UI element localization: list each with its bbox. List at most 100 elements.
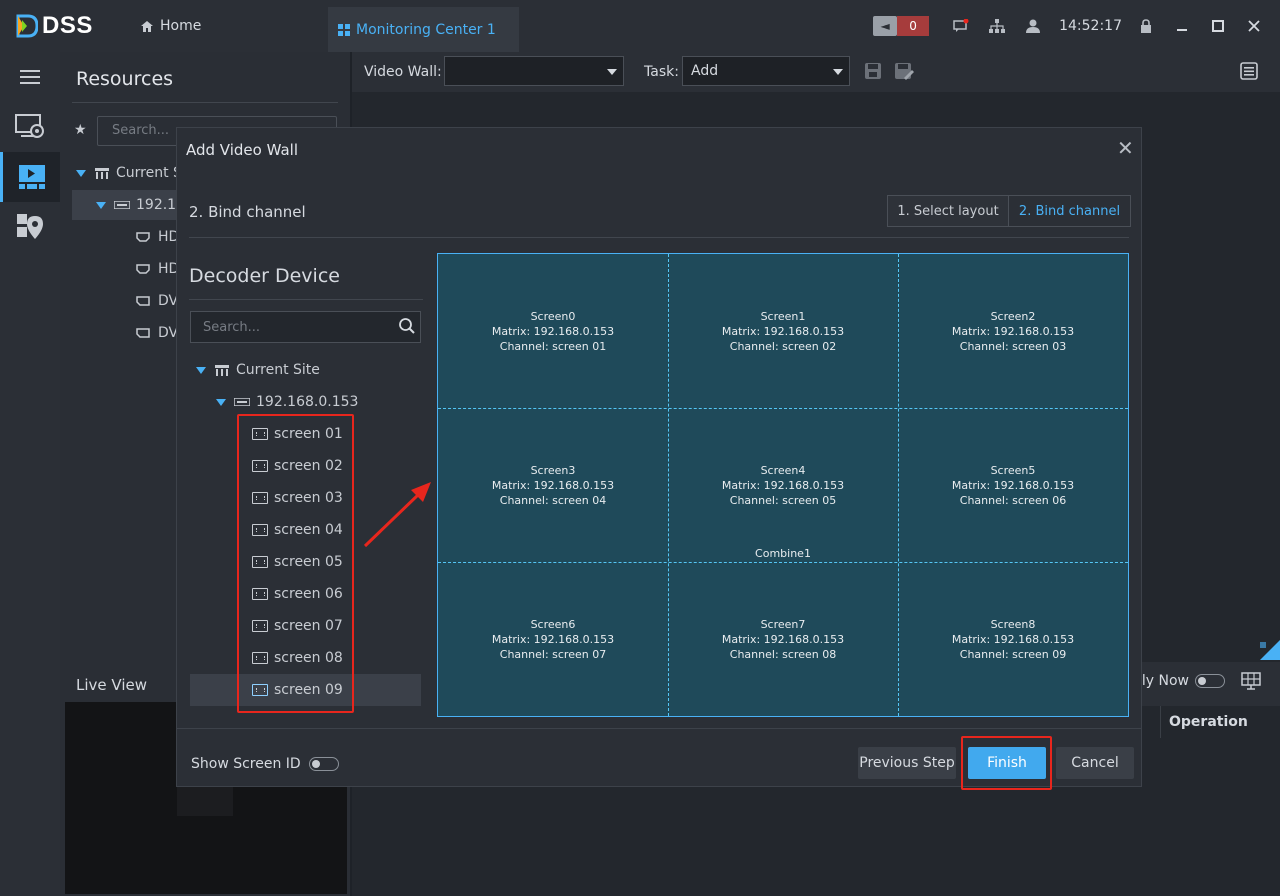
alarm-indicator[interactable]: ◄ 0 bbox=[873, 16, 930, 36]
speaker-icon: ◄ bbox=[873, 16, 898, 36]
screen-name: Screen4 bbox=[760, 463, 806, 477]
channel-highlight-box bbox=[237, 414, 354, 713]
current-step-label: 2. Bind channel bbox=[189, 203, 306, 221]
network-icon[interactable] bbox=[987, 16, 1007, 36]
video-wall-layout-grid[interactable]: Screen0 Matrix: 192.168.0.153 Channel: scr… bbox=[437, 253, 1129, 717]
dvi-icon bbox=[136, 296, 150, 306]
decoder-search-input[interactable]: Search... bbox=[190, 311, 421, 343]
favorite-star-icon[interactable]: ★ bbox=[74, 122, 87, 138]
screen-matrix: Matrix: 192.168.0.153 bbox=[951, 324, 1075, 338]
map-icon[interactable] bbox=[0, 202, 60, 252]
device-icon bbox=[114, 201, 130, 209]
chevron-down-icon bbox=[607, 69, 617, 75]
save-icon[interactable] bbox=[864, 62, 882, 84]
minimize-icon[interactable] bbox=[1172, 16, 1192, 36]
divider bbox=[189, 299, 423, 300]
cancel-button[interactable]: Cancel bbox=[1056, 747, 1134, 779]
user-icon[interactable] bbox=[1023, 16, 1043, 36]
save-as-icon[interactable] bbox=[894, 62, 914, 84]
screen-channel: Channel: screen 08 bbox=[729, 647, 837, 661]
close-window-icon[interactable] bbox=[1244, 16, 1264, 36]
show-screen-id-control[interactable]: Show Screen ID bbox=[191, 756, 339, 772]
screen-channel: Channel: screen 03 bbox=[959, 339, 1067, 353]
previous-step-button[interactable]: Previous Step bbox=[858, 747, 956, 779]
expand-arrow-icon[interactable] bbox=[76, 169, 86, 177]
decoder-device-label: 192.168.0.153 bbox=[256, 394, 359, 410]
wall-grid-icon[interactable] bbox=[1241, 672, 1261, 690]
video-wall-select[interactable] bbox=[444, 56, 624, 86]
screen-cell[interactable]: Screen8 Matrix: 192.168.0.153 Channel: scr… bbox=[898, 562, 1128, 716]
close-icon[interactable]: ✕ bbox=[1117, 138, 1134, 158]
screen-cell[interactable]: Screen3 Matrix: 192.168.0.153 Channel: scr… bbox=[438, 408, 668, 562]
screen-matrix: Matrix: 192.168.0.153 bbox=[951, 478, 1075, 492]
expand-arrow-icon[interactable] bbox=[196, 366, 206, 374]
screen-name: Screen3 bbox=[530, 463, 576, 477]
screen-name: Screen6 bbox=[530, 617, 576, 631]
search-icon[interactable] bbox=[399, 318, 415, 338]
screen-matrix: Matrix: 192.168.0.153 bbox=[721, 632, 845, 646]
chevron-down-icon bbox=[833, 69, 843, 75]
screen-matrix: Matrix: 192.168.0.153 bbox=[491, 478, 615, 492]
site-icon bbox=[215, 365, 229, 376]
step-bind-channel[interactable]: 2. Bind channel bbox=[1008, 196, 1130, 226]
logo-text: DSS bbox=[42, 12, 93, 39]
expand-arrow-icon[interactable] bbox=[96, 201, 106, 209]
screen-matrix: Matrix: 192.168.0.153 bbox=[721, 324, 845, 338]
titlebar-right: ◄ 0 14:52:17 bbox=[873, 10, 1280, 42]
monitoring-center-tab[interactable]: Monitoring Center 1 bbox=[328, 7, 519, 52]
task-select[interactable]: Add bbox=[682, 56, 850, 86]
screen-cell[interactable]: Screen5 Matrix: 192.168.0.153 Channel: scr… bbox=[898, 408, 1128, 562]
screen-channel: Channel: screen 06 bbox=[959, 493, 1067, 507]
screen-name: Screen0 bbox=[530, 309, 576, 323]
monitoring-tab-label: Monitoring Center 1 bbox=[356, 21, 496, 38]
decoder-tree-site[interactable]: Current Site bbox=[190, 354, 421, 386]
maximize-icon[interactable] bbox=[1208, 16, 1228, 36]
dialog-header: Add Video Wall ✕ bbox=[177, 128, 1141, 171]
apply-now-control[interactable]: ply Now bbox=[1133, 672, 1261, 690]
home-icon bbox=[141, 20, 153, 32]
screen-channel: Channel: screen 07 bbox=[499, 647, 607, 661]
camera-placeholder-icon bbox=[177, 786, 233, 816]
expand-arrow-icon[interactable] bbox=[216, 398, 226, 406]
logo-mark-icon bbox=[16, 14, 38, 38]
screen-channel: Channel: screen 09 bbox=[959, 647, 1067, 661]
menu-icon[interactable] bbox=[0, 52, 60, 102]
monitor-icon[interactable] bbox=[0, 102, 60, 152]
screen-channel: Channel: screen 05 bbox=[729, 493, 837, 507]
lock-icon[interactable] bbox=[1136, 16, 1156, 36]
screen-cell[interactable]: Screen6 Matrix: 192.168.0.153 Channel: scr… bbox=[438, 562, 668, 716]
message-icon[interactable] bbox=[951, 16, 971, 36]
screen-name: Screen8 bbox=[990, 617, 1036, 631]
resources-title: Resources bbox=[76, 68, 174, 90]
screen-matrix: Matrix: 192.168.0.153 bbox=[721, 478, 845, 492]
screen-cell[interactable]: Screen1 Matrix: 192.168.0.153 Channel: scr… bbox=[668, 254, 898, 408]
step-indicator: 1. Select layout 2. Bind channel bbox=[887, 195, 1131, 227]
screen-cell[interactable]: Screen0 Matrix: 192.168.0.153 Channel: scr… bbox=[438, 254, 668, 408]
operation-column-header: Operation bbox=[1160, 706, 1280, 738]
title-bar: DSS Home Monitoring Center 1 ◄ 0 14:52:1… bbox=[0, 0, 1280, 52]
resource-tree-device[interactable]: 192.16 bbox=[72, 190, 188, 220]
screen-cell[interactable]: Screen2 Matrix: 192.168.0.153 Channel: scr… bbox=[898, 254, 1128, 408]
dss-logo: DSS bbox=[16, 12, 93, 40]
step-select-layout[interactable]: 1. Select layout bbox=[888, 196, 1008, 226]
left-nav bbox=[0, 52, 60, 896]
show-screen-id-toggle[interactable] bbox=[308, 757, 339, 771]
show-screen-id-label: Show Screen ID bbox=[191, 756, 301, 772]
screen-channel: Channel: screen 01 bbox=[499, 339, 607, 353]
video-wall-nav-icon[interactable] bbox=[0, 152, 60, 202]
decoder-device-title: Decoder Device bbox=[189, 265, 340, 287]
apply-now-toggle[interactable] bbox=[1195, 674, 1225, 688]
site-icon bbox=[95, 168, 109, 179]
grid-icon bbox=[338, 23, 350, 36]
resize-corner-icon[interactable] bbox=[1258, 640, 1280, 664]
home-tab[interactable]: Home bbox=[140, 18, 201, 34]
divider bbox=[72, 102, 338, 103]
screen-matrix: Matrix: 192.168.0.153 bbox=[491, 632, 615, 646]
screen-channel: Channel: screen 02 bbox=[729, 339, 837, 353]
divider bbox=[189, 237, 1129, 238]
screen-channel: Channel: screen 04 bbox=[499, 493, 607, 507]
list-view-icon[interactable] bbox=[1240, 62, 1258, 84]
screen-cell[interactable]: Screen7 Matrix: 192.168.0.153 Channel: scr… bbox=[668, 562, 898, 716]
decoder-site-label: Current Site bbox=[236, 362, 320, 378]
screen-cell[interactable]: Screen4 Matrix: 192.168.0.153 Channel: scr… bbox=[668, 408, 898, 562]
